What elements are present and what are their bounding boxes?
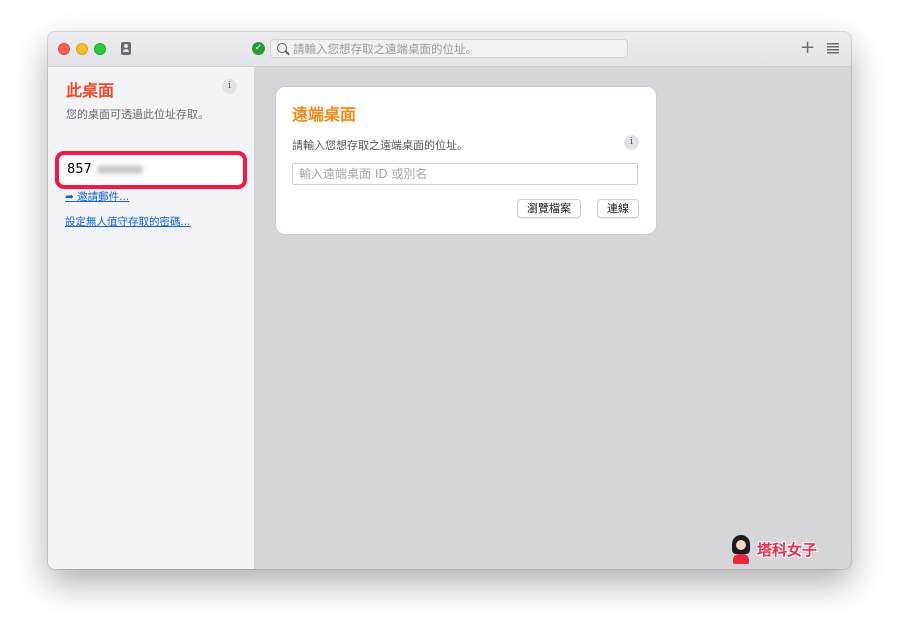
app-window: ✓ + 此桌面 i 您的桌面可透過此位址存取。 857 ➦ 邀請郵件... 設定… <box>48 32 851 569</box>
desk-id-text: 857 <box>67 162 92 177</box>
desk-id-field[interactable]: 857 <box>62 160 237 180</box>
search-icon <box>277 43 287 53</box>
menu-icon[interactable] <box>827 43 839 54</box>
browse-files-button[interactable]: 瀏覽檔案 <box>517 199 581 218</box>
zoom-window-button[interactable] <box>94 43 106 55</box>
sidebar-description: 您的桌面可透過此位址存取。 <box>66 108 209 121</box>
connect-button[interactable]: 連線 <box>597 199 639 218</box>
remote-desk-card: 遠端桌面 請輸入您想存取之遠端桌面的位址。 i 瀏覽檔案 連線 <box>276 87 656 234</box>
address-bar[interactable] <box>270 39 628 58</box>
remote-desk-id-input[interactable] <box>292 163 638 185</box>
close-window-button[interactable] <box>58 43 70 55</box>
secure-check-icon: ✓ <box>252 42 265 55</box>
card-title: 遠端桌面 <box>292 105 357 124</box>
info-icon[interactable]: i <box>624 135 639 150</box>
unattended-password-link[interactable]: 設定無人值守存取的密碼... <box>65 214 191 229</box>
invite-email-link[interactable]: ➦ 邀請郵件... <box>65 189 129 204</box>
minimize-window-button[interactable] <box>76 43 88 55</box>
watermark-text: 塔科女子 <box>757 541 818 559</box>
redacted-id-blur <box>96 165 143 174</box>
add-tab-button[interactable]: + <box>800 38 815 58</box>
titlebar: ✓ + <box>48 32 851 67</box>
sidebar-title: 此桌面 <box>66 81 115 100</box>
watermark-avatar-icon <box>730 535 752 565</box>
address-book-icon[interactable] <box>121 42 131 55</box>
info-icon[interactable]: i <box>222 79 237 94</box>
address-input[interactable] <box>293 40 623 57</box>
sidebar: 此桌面 i 您的桌面可透過此位址存取。 857 ➦ 邀請郵件... 設定無人值守… <box>48 67 255 569</box>
card-description: 請輸入您想存取之遠端桌面的位址。 <box>292 139 468 152</box>
